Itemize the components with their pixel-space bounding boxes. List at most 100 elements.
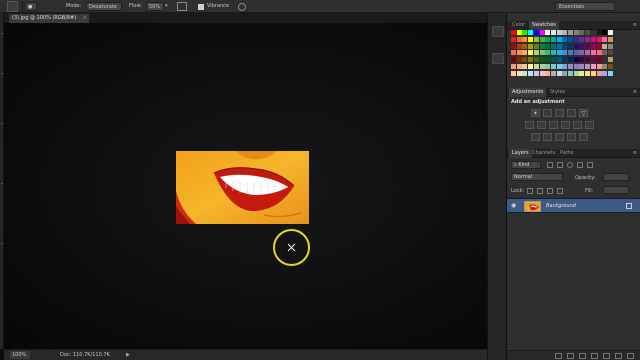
color-swatch[interactable]	[590, 36, 596, 42]
new-group-icon[interactable]	[603, 353, 610, 359]
color-swatch[interactable]	[533, 43, 539, 49]
color-swatch[interactable]	[539, 50, 545, 56]
color-swatch[interactable]	[516, 64, 522, 69]
color-swatch[interactable]	[528, 70, 534, 76]
color-swatch[interactable]	[545, 36, 551, 42]
vibrance-adjust-icon[interactable]: ▽	[579, 109, 588, 117]
color-swatch[interactable]	[562, 43, 568, 49]
color-swatch[interactable]	[562, 70, 568, 76]
color-swatch[interactable]	[539, 30, 545, 35]
color-swatch[interactable]	[556, 30, 562, 35]
airbrush-icon[interactable]	[177, 2, 187, 11]
levels-icon[interactable]	[543, 109, 552, 117]
color-swatch[interactable]	[550, 70, 556, 76]
color-swatch[interactable]	[522, 57, 528, 63]
color-swatch[interactable]	[602, 70, 608, 76]
color-swatch[interactable]	[522, 36, 528, 42]
color-swatch[interactable]	[545, 57, 551, 63]
tool-marker[interactable]	[1, 243, 3, 244]
color-swatch[interactable]	[556, 64, 562, 69]
color-swatch[interactable]	[602, 64, 608, 69]
color-swatch[interactable]	[539, 57, 545, 63]
color-swatch[interactable]	[568, 43, 573, 49]
new-adjustment-icon[interactable]	[591, 353, 598, 359]
tab-adjustments[interactable]: Adjustments	[509, 88, 547, 97]
color-swatch[interactable]	[545, 50, 551, 56]
color-swatch[interactable]	[562, 36, 568, 42]
color-swatch[interactable]	[585, 30, 591, 35]
color-swatch[interactable]	[585, 64, 591, 69]
color-swatch[interactable]	[562, 64, 568, 69]
color-balance-icon[interactable]	[537, 121, 546, 129]
color-swatch[interactable]	[522, 50, 528, 56]
filter-pixel-icon[interactable]	[547, 162, 553, 168]
workspace-switcher[interactable]: Essentials	[555, 2, 615, 11]
color-swatch[interactable]	[585, 36, 591, 42]
color-swatch[interactable]	[539, 64, 545, 69]
color-swatch[interactable]	[550, 43, 556, 49]
color-swatch[interactable]	[607, 50, 613, 56]
color-swatch[interactable]	[516, 50, 522, 56]
eye-icon[interactable]: ◉	[511, 203, 519, 209]
color-swatch[interactable]	[596, 36, 602, 42]
color-swatch[interactable]	[533, 64, 539, 69]
opacity-input[interactable]	[603, 173, 629, 181]
status-menu-arrow-icon[interactable]: ▶	[126, 351, 130, 359]
layer-style-icon[interactable]	[567, 353, 574, 359]
color-swatch[interactable]	[539, 70, 545, 76]
color-swatch[interactable]	[533, 70, 539, 76]
color-swatch[interactable]	[602, 50, 608, 56]
color-swatch[interactable]	[607, 30, 613, 35]
color-swatch[interactable]	[533, 30, 539, 35]
color-swatch[interactable]	[528, 64, 534, 69]
color-swatch[interactable]	[528, 50, 534, 56]
color-swatch[interactable]	[579, 43, 585, 49]
color-swatch[interactable]	[516, 43, 522, 49]
color-swatch[interactable]	[533, 57, 539, 63]
lock-position-icon[interactable]	[547, 188, 553, 194]
history-panel-icon[interactable]	[492, 26, 504, 37]
color-swatch[interactable]	[539, 36, 545, 42]
color-swatch[interactable]	[533, 50, 539, 56]
vibrance-checkbox[interactable]	[198, 4, 204, 10]
hue-saturation-icon[interactable]	[525, 121, 534, 129]
color-swatch[interactable]	[568, 36, 573, 42]
color-swatch[interactable]	[516, 57, 522, 63]
flow-chevron-icon[interactable]: ▾	[165, 2, 168, 11]
layer-row-background[interactable]: ◉ Background	[507, 198, 640, 213]
color-swatch[interactable]	[545, 64, 551, 69]
color-swatch[interactable]	[590, 70, 596, 76]
color-swatch[interactable]	[511, 30, 516, 35]
sponge-tool-preset-button[interactable]	[7, 1, 18, 12]
tab-paths[interactable]: Paths	[557, 149, 577, 158]
pressure-icon[interactable]	[238, 3, 246, 11]
link-layers-icon[interactable]	[555, 353, 562, 359]
filter-adjustment-icon[interactable]	[557, 162, 563, 168]
document-tab[interactable]: (3).jpg @ 100% (RGB/8#) ×	[9, 14, 89, 23]
color-swatch[interactable]	[539, 43, 545, 49]
color-swatch[interactable]	[573, 50, 579, 56]
color-swatch[interactable]	[590, 43, 596, 49]
color-swatch[interactable]	[511, 64, 516, 69]
color-swatch[interactable]	[533, 36, 539, 42]
color-swatch[interactable]	[602, 30, 608, 35]
color-swatch[interactable]	[516, 30, 522, 35]
close-icon[interactable]: ×	[83, 14, 87, 23]
tab-channels[interactable]: Channels	[529, 149, 558, 158]
tool-marker[interactable]	[1, 123, 3, 124]
curves-icon[interactable]	[555, 109, 564, 117]
color-swatch[interactable]	[602, 57, 608, 63]
color-swatch[interactable]	[568, 64, 573, 69]
color-swatch[interactable]	[607, 57, 613, 63]
color-swatch[interactable]	[528, 43, 534, 49]
color-swatch[interactable]	[585, 50, 591, 56]
channel-mixer-icon[interactable]	[573, 121, 582, 129]
color-swatch[interactable]	[607, 43, 613, 49]
black-white-icon[interactable]	[549, 121, 558, 129]
color-swatch[interactable]	[579, 50, 585, 56]
color-swatch[interactable]	[528, 57, 534, 63]
canvas-area[interactable]	[4, 23, 487, 349]
color-swatch[interactable]	[568, 70, 573, 76]
brightness-contrast-icon[interactable]: ☀	[531, 109, 540, 117]
color-swatch[interactable]	[550, 36, 556, 42]
